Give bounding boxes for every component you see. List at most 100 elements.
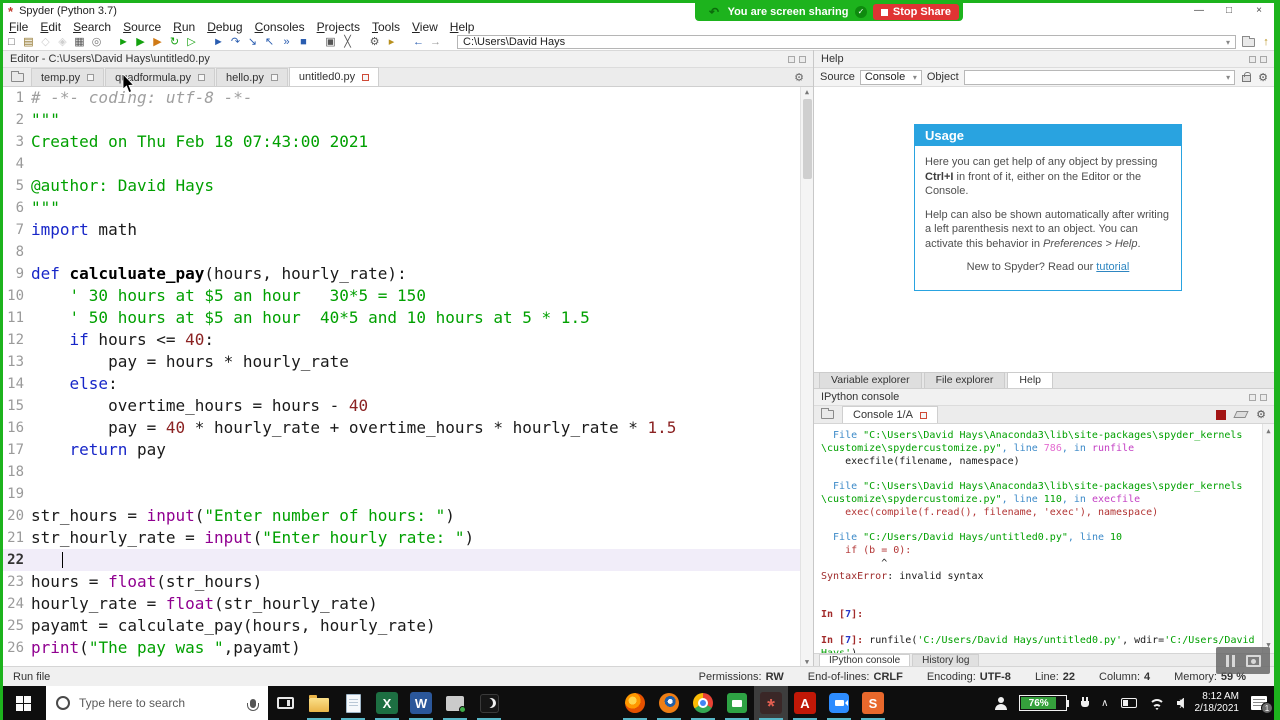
volume-icon[interactable]: ) bbox=[1176, 697, 1184, 709]
tab-variable-explorer[interactable]: Variable explorer bbox=[819, 372, 922, 388]
editor-options-gear-icon[interactable]: ⚙ bbox=[794, 71, 804, 84]
chevron-down-icon[interactable]: ▾ bbox=[1226, 38, 1230, 47]
save-all-icon[interactable]: ◈ bbox=[54, 35, 71, 49]
file-switcher-icon[interactable]: ▦ bbox=[71, 35, 88, 49]
run-selection-icon[interactable]: ▷ bbox=[183, 35, 200, 49]
menu-edit[interactable]: Edit bbox=[34, 20, 67, 34]
editor-tab-temp.py[interactable]: temp.py bbox=[31, 68, 105, 86]
console-output[interactable]: File "C:\Users\David Hays\Anaconda3\lib\… bbox=[814, 424, 1274, 653]
battery-indicator[interactable]: 76% bbox=[1019, 695, 1070, 711]
server-icon[interactable] bbox=[438, 686, 472, 720]
task-view-icon[interactable] bbox=[268, 686, 302, 720]
notepad-icon[interactable] bbox=[336, 686, 370, 720]
step-into-icon[interactable]: ↘ bbox=[244, 35, 261, 49]
run-cell-icon[interactable]: ▶ bbox=[132, 35, 149, 49]
battery-tray-icon[interactable] bbox=[1120, 698, 1137, 708]
remove-variables-icon[interactable] bbox=[1233, 411, 1249, 418]
source-select[interactable]: Console ▾ bbox=[859, 69, 922, 85]
start-button[interactable] bbox=[0, 686, 46, 720]
blender-icon[interactable] bbox=[652, 686, 686, 720]
close-tab-icon[interactable] bbox=[197, 74, 205, 81]
run-file-icon[interactable]: ► bbox=[115, 35, 132, 49]
menu-consoles[interactable]: Consoles bbox=[249, 20, 311, 34]
close-tab-icon[interactable] bbox=[362, 73, 370, 81]
spyder-icon[interactable]: * bbox=[754, 686, 788, 720]
excel-icon[interactable]: X bbox=[370, 686, 404, 720]
browse-tabs-icon[interactable] bbox=[11, 70, 24, 82]
participant-video-icon[interactable] bbox=[1245, 654, 1261, 667]
flexti-icon[interactable] bbox=[720, 686, 754, 720]
taskbar-clock[interactable]: 8:12 AM 2/18/2021 bbox=[1195, 691, 1240, 715]
re-run-cell-icon[interactable]: ↻ bbox=[166, 35, 183, 49]
parent-directory-icon[interactable]: ↑ bbox=[1258, 36, 1274, 48]
editor-tab-untitled0.py[interactable]: untitled0.py bbox=[288, 67, 380, 86]
back-icon[interactable]: ← bbox=[410, 35, 427, 49]
menu-debug[interactable]: Debug bbox=[201, 20, 248, 34]
menu-help[interactable]: Help bbox=[444, 20, 481, 34]
acrobat-icon[interactable]: A bbox=[788, 686, 822, 720]
action-center-icon[interactable]: 1 bbox=[1251, 696, 1273, 714]
step-icon[interactable]: ↷ bbox=[227, 35, 244, 49]
zoom-icon[interactable] bbox=[822, 686, 856, 720]
browse-tabs-icon[interactable] bbox=[821, 408, 834, 419]
interrupt-kernel-icon[interactable] bbox=[1216, 409, 1227, 420]
pane-options-icon[interactable] bbox=[799, 55, 806, 63]
maximize-pane-icon[interactable]: ▣ bbox=[322, 35, 339, 49]
run-cell-advance-icon[interactable]: ▶ bbox=[149, 35, 166, 49]
stop-share-button[interactable]: Stop Share bbox=[872, 4, 959, 20]
scroll-down-icon[interactable]: ▼ bbox=[801, 658, 813, 666]
console-tab[interactable]: Console 1/A bbox=[842, 406, 938, 423]
show-hidden-icons-chevron[interactable]: ∧ bbox=[1101, 698, 1108, 709]
menu-search[interactable]: Search bbox=[67, 20, 117, 34]
pane-undock-icon[interactable] bbox=[788, 55, 795, 63]
lock-icon[interactable] bbox=[1242, 72, 1252, 82]
microphone-icon[interactable] bbox=[247, 698, 259, 711]
minimize-button[interactable]: — bbox=[1184, 3, 1214, 19]
pause-icon[interactable] bbox=[1225, 654, 1235, 667]
close-tab-icon[interactable] bbox=[270, 74, 278, 81]
editor-tab-hello.py[interactable]: hello.py bbox=[215, 68, 288, 86]
file-explorer-icon[interactable] bbox=[302, 686, 336, 720]
menu-view[interactable]: View bbox=[406, 20, 444, 34]
sublime-icon[interactable]: S bbox=[856, 686, 890, 720]
maximize-button[interactable]: □ bbox=[1214, 3, 1244, 19]
pane-undock-icon[interactable] bbox=[1249, 393, 1256, 401]
taskbar-search[interactable] bbox=[46, 686, 268, 720]
menu-run[interactable]: Run bbox=[167, 20, 201, 34]
menu-tools[interactable]: Tools bbox=[366, 20, 406, 34]
menu-source[interactable]: Source bbox=[117, 20, 167, 34]
code-editor[interactable]: ▲ ▼ 1 # -*- coding: utf-8 -*- 2 """ 3 Created… bbox=[3, 87, 813, 667]
scroll-up-icon[interactable]: ▲ bbox=[1263, 425, 1274, 438]
chrome-icon[interactable] bbox=[686, 686, 720, 720]
preferences-icon[interactable]: ⚙ bbox=[366, 35, 383, 49]
zoom-meeting-overlay[interactable] bbox=[1216, 647, 1270, 674]
open-file-icon[interactable]: ▤ bbox=[20, 35, 37, 49]
tab-file-explorer[interactable]: File explorer bbox=[923, 372, 1006, 388]
step-return-icon[interactable]: ↖ bbox=[261, 35, 278, 49]
media-player-icon[interactable] bbox=[472, 686, 506, 720]
console-scrollbar[interactable]: ▲ ▼ bbox=[1262, 424, 1274, 653]
forward-icon[interactable]: → bbox=[427, 35, 444, 49]
new-file-icon[interactable]: □ bbox=[3, 35, 20, 49]
python-path-manager-icon[interactable]: ▸ bbox=[383, 35, 400, 49]
menu-file[interactable]: File bbox=[3, 20, 34, 34]
tab-help[interactable]: Help bbox=[1007, 372, 1053, 388]
search-input[interactable] bbox=[79, 696, 241, 710]
debug-file-icon[interactable]: ► bbox=[210, 35, 227, 49]
stop-debugging-icon[interactable]: ■ bbox=[295, 35, 312, 49]
object-combobox[interactable]: ▾ bbox=[963, 69, 1236, 85]
close-button[interactable]: × bbox=[1244, 3, 1274, 19]
wifi-icon[interactable] bbox=[1148, 697, 1165, 710]
fullscreen-icon[interactable]: ╳ bbox=[339, 35, 356, 49]
save-file-icon[interactable]: ◇ bbox=[37, 35, 54, 49]
power-plug-icon[interactable] bbox=[1081, 697, 1090, 709]
symbol-finder-icon[interactable]: ◎ bbox=[88, 35, 105, 49]
continue-execution-icon[interactable]: » bbox=[278, 35, 295, 49]
word-icon[interactable]: W bbox=[404, 686, 438, 720]
firefox-icon[interactable] bbox=[618, 686, 652, 720]
close-tab-icon[interactable] bbox=[87, 74, 95, 81]
console-options-gear-icon[interactable]: ⚙ bbox=[1256, 408, 1266, 421]
pane-options-icon[interactable] bbox=[1260, 393, 1267, 401]
help-options-gear-icon[interactable]: ⚙ bbox=[1258, 71, 1268, 84]
pane-undock-icon[interactable] bbox=[1249, 55, 1256, 63]
